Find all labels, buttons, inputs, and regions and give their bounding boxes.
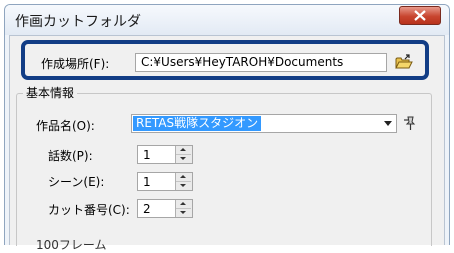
- cut-number-spin-buttons: [175, 200, 192, 217]
- cut-number-spinbox[interactable]: 2: [137, 199, 193, 218]
- basic-info-title: 基本情報: [23, 84, 78, 101]
- cut-number-increment-button[interactable]: [176, 200, 191, 209]
- title-bar: 作画カットフォルダ: [5, 5, 449, 35]
- scene-spin-buttons: [175, 173, 192, 190]
- title-combobox[interactable]: RETAS戦隊スタジオン: [131, 114, 397, 133]
- cut-number-label: カット番号(C):: [48, 203, 130, 217]
- down-arrow-icon: [180, 211, 186, 214]
- scene-decrement-button[interactable]: [176, 182, 191, 190]
- up-arrow-icon: [180, 148, 186, 151]
- scene-value: 1: [143, 175, 151, 189]
- scene-spinbox[interactable]: 1: [137, 172, 193, 191]
- location-label: 作成場所(F):: [41, 57, 110, 71]
- down-arrow-icon: [180, 184, 186, 187]
- episode-decrement-button[interactable]: [176, 155, 191, 163]
- episode-spinbox[interactable]: 1: [137, 145, 193, 164]
- close-icon: [414, 10, 426, 21]
- close-button[interactable]: [399, 6, 441, 25]
- scene-increment-button[interactable]: [176, 173, 191, 182]
- pushpin-icon: [404, 116, 416, 130]
- window-title: 作画カットフォルダ: [15, 14, 141, 30]
- up-arrow-icon: [180, 202, 186, 205]
- title-label: 作品名(O):: [36, 119, 95, 133]
- location-row-highlight: 作成場所(F): C:¥Users¥HeyTAROH¥Documents: [21, 40, 429, 80]
- episode-spin-buttons: [175, 146, 192, 163]
- scene-label: シーン(E):: [48, 175, 105, 189]
- browse-folder-button[interactable]: [393, 53, 414, 72]
- down-arrow-icon: [180, 157, 186, 160]
- episode-increment-button[interactable]: [176, 146, 191, 155]
- cut-number-decrement-button[interactable]: [176, 209, 191, 217]
- dropdown-arrow-icon[interactable]: [384, 121, 392, 126]
- up-arrow-icon: [180, 175, 186, 178]
- episode-label: 話数(P):: [48, 149, 93, 163]
- title-combobox-value: RETAS戦隊スタジオン: [133, 116, 262, 131]
- pin-button[interactable]: [402, 114, 418, 132]
- episode-value: 1: [143, 148, 151, 162]
- cut-number-value: 2: [143, 202, 151, 216]
- open-folder-icon: [395, 54, 413, 69]
- location-field[interactable]: C:¥Users¥HeyTAROH¥Documents: [135, 53, 387, 72]
